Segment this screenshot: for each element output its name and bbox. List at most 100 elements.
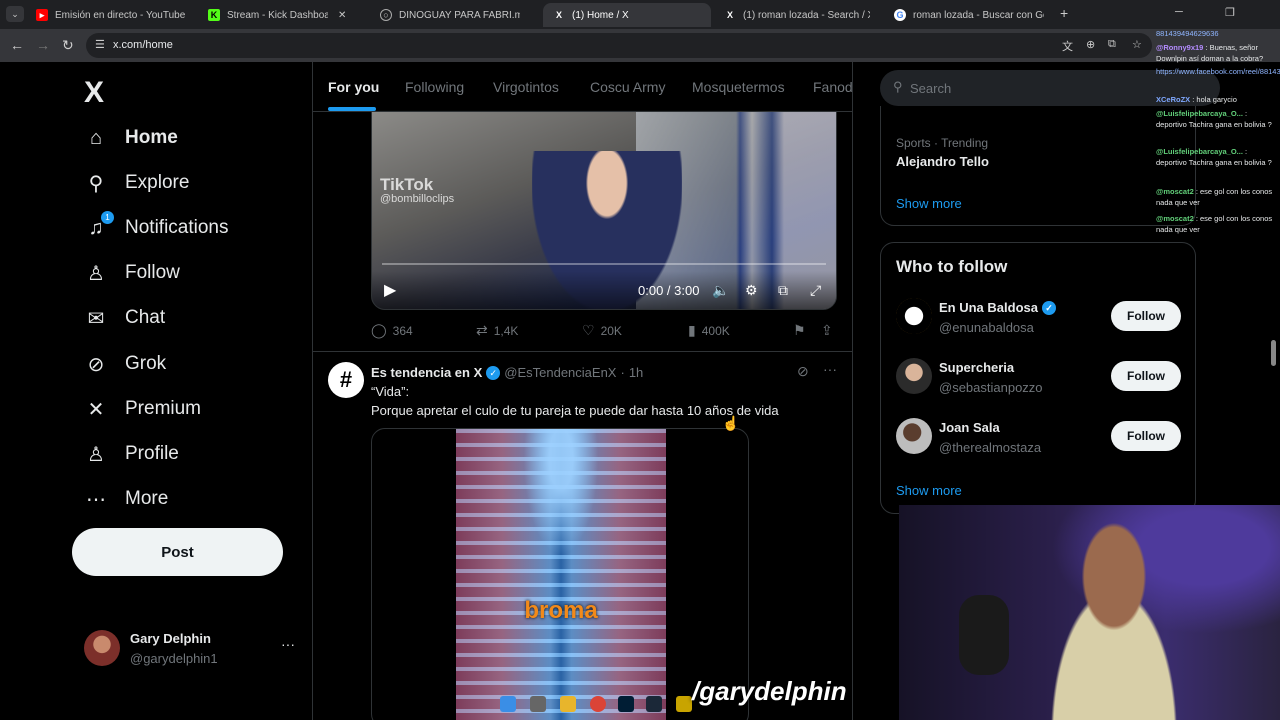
browser-tab[interactable]: ▸ Emisión en directo - YouTube Studio (26, 3, 198, 27)
video-progress-bar[interactable] (382, 263, 826, 265)
url-text[interactable]: x.com/home (113, 39, 173, 51)
follow-button[interactable]: Follow (1111, 421, 1181, 451)
bookmark-star-icon[interactable]: ☆ (1132, 38, 1142, 51)
bell-icon: ♫ 1 (84, 210, 114, 240)
os-taskbar (490, 690, 720, 718)
timeline: For you Following Virgotintos Coscu Army… (313, 62, 853, 720)
chat-user: @Luisfelipebarcaya_O... (1156, 109, 1243, 118)
tweet-text-line: Porque apretar el culo de tu pareja te p… (371, 403, 779, 418)
nav-item-profile[interactable]: ♙ Profile (84, 439, 179, 469)
avatar (896, 298, 932, 334)
nav-item-home[interactable]: ⌂ Home (84, 123, 178, 153)
site-info-icon[interactable]: ☰ (95, 38, 105, 51)
nav-item-chat[interactable]: ✉ Chat (84, 303, 166, 333)
x-logo-icon[interactable]: X (84, 76, 104, 110)
tab-coscu-army[interactable]: Coscu Army (590, 79, 665, 95)
tab-search-chevron-icon[interactable]: ⌄ (6, 6, 24, 22)
tab-label: Stream - Kick Dashboard (227, 9, 328, 21)
views-button[interactable]: ▮ 400K (688, 322, 730, 339)
picture-in-picture-icon[interactable]: ⧉ (778, 282, 788, 299)
address-bar[interactable]: ☰ x.com/home 文 ⊕ ⧉ ☆ (86, 33, 1152, 58)
tab-virgotintos[interactable]: Virgotintos (493, 79, 559, 95)
tab-label: roman lozada - Buscar con Google (913, 9, 1044, 21)
browser-tab[interactable]: K Stream - Kick Dashboard (198, 3, 338, 27)
grok-icon[interactable]: ⊘ (797, 363, 809, 380)
nav-item-follow[interactable]: ♙ Follow (84, 258, 180, 288)
avatar[interactable]: # (328, 362, 364, 398)
account-switcher[interactable]: Gary Delphin @garydelphin1 ··· (84, 628, 299, 668)
translate-icon[interactable]: 文 (1062, 38, 1073, 54)
nav-item-more[interactable]: ⋯ More (84, 484, 168, 514)
show-more-link[interactable]: Show more (896, 196, 962, 211)
chrome-icon[interactable] (590, 696, 606, 712)
follow-suggestion[interactable]: Joan Sala @therealmostaza Follow (896, 418, 1181, 458)
timeline-tabs: For you Following Virgotintos Coscu Army… (313, 62, 852, 112)
fullscreen-icon[interactable]: ⤢ (810, 282, 821, 299)
browser-tab[interactable]: X (1) roman lozada - Search / X (714, 3, 880, 27)
tweet[interactable]: # Es tendencia en X ✓ @EsTendenciaEnX · … (313, 352, 852, 720)
more-dots-icon[interactable]: ··· (823, 361, 837, 377)
bookmark-icon[interactable]: ⚑ (793, 322, 806, 339)
heart-icon: ♡ (582, 322, 595, 338)
who-to-follow-panel: Who to follow En Una Baldosa ✓ @enunabal… (880, 242, 1196, 514)
share-icon[interactable]: ⇪ (821, 322, 833, 339)
chat-user: @moscat2 (1156, 214, 1194, 223)
streamer-shape (1019, 515, 1209, 720)
photoshop-icon[interactable] (618, 696, 634, 712)
minimize-icon[interactable]: ─ (1175, 6, 1183, 18)
tab-mosquetermos[interactable]: Mosquetermos (692, 79, 785, 95)
app-icon[interactable] (676, 696, 692, 712)
forward-arrow-icon[interactable]: → (36, 37, 50, 53)
page-scrollbar[interactable] (1271, 340, 1276, 366)
play-icon[interactable]: ▶ (384, 280, 396, 300)
restore-icon[interactable]: ❐ (1225, 6, 1235, 19)
trend-name[interactable]: Alejandro Tello (896, 154, 989, 169)
taskview-icon[interactable] (530, 696, 546, 712)
install-app-icon[interactable]: ⧉ (1108, 38, 1116, 51)
browser-tab-active[interactable]: X (1) Home / X (543, 3, 711, 27)
zoom-icon[interactable]: ⊕ (1086, 38, 1095, 51)
show-more-link[interactable]: Show more (896, 483, 962, 498)
nav-item-premium[interactable]: ✕ Premium (84, 394, 201, 424)
follow-suggestion[interactable]: En Una Baldosa ✓ @enunabaldosa Follow (896, 298, 1181, 338)
nav-item-notifications[interactable]: ♫ 1 Notifications (84, 210, 229, 243)
reload-icon[interactable]: ↻ (62, 37, 74, 54)
more-dots-icon[interactable]: ··· (281, 636, 295, 652)
tab-fanod[interactable]: Fanod (813, 79, 852, 95)
post-button[interactable]: Post (72, 528, 283, 576)
settings-gear-icon[interactable]: ⚙ (745, 282, 758, 299)
app-icon[interactable] (646, 696, 662, 712)
nav-item-grok[interactable]: ⊘ Grok (84, 349, 167, 379)
verified-badge-icon: ✓ (486, 365, 501, 380)
suggestion-name-text: Supercheria (939, 360, 1015, 375)
repost-button[interactable]: ⇄ 1,4K (476, 322, 518, 339)
browser-tab[interactable]: ○ DINOGUAY PARA FABRI.mp3 (370, 3, 530, 27)
tab-following[interactable]: Following (405, 79, 464, 95)
chat-message: @Ronny9x19 : Buenas, señor Downlpin así … (1156, 42, 1280, 64)
chat-message: @Luisfelipebarcaya_O... : deportivo Tach… (1156, 146, 1280, 168)
follow-suggestion[interactable]: Supercheria @sebastianpozzo Follow (896, 358, 1181, 398)
youtube-studio-icon: ▸ (36, 9, 48, 21)
tweet-author-handle[interactable]: @EsTendenciaEnX (504, 365, 616, 380)
windows-start-icon[interactable] (500, 696, 516, 712)
reply-button[interactable]: ◯ 364 (371, 322, 413, 339)
account-handle: @garydelphin1 (130, 651, 218, 666)
like-button[interactable]: ♡ 20K (582, 322, 622, 339)
separator-dot: · (620, 365, 625, 380)
tab-close-icon[interactable]: ✕ (338, 3, 360, 27)
suggestion-handle: @enunabaldosa (939, 320, 1034, 335)
nav-item-explore[interactable]: ⚲ Explore (84, 168, 190, 198)
tweet-author-name[interactable]: Es tendencia en X (371, 365, 482, 380)
tab-for-you[interactable]: For you (328, 79, 379, 95)
follow-button[interactable]: Follow (1111, 301, 1181, 331)
volume-icon[interactable]: 🔈 (712, 282, 729, 299)
back-arrow-icon[interactable]: ← (10, 37, 24, 53)
browser-tab[interactable]: G roman lozada - Buscar con Google (884, 3, 1054, 27)
tweet-timestamp[interactable]: 1h (629, 365, 643, 380)
new-tab-button[interactable]: + (1060, 5, 1068, 21)
share-glyph: ⇪ (821, 322, 833, 338)
follow-button[interactable]: Follow (1111, 361, 1181, 391)
file-explorer-icon[interactable] (560, 696, 576, 712)
tweet-text-line: “Vida”: (371, 384, 410, 399)
video-player[interactable]: TikTok @bombilloclips ▶ 0:00 / 3:00 🔈 ⚙ … (371, 110, 837, 310)
